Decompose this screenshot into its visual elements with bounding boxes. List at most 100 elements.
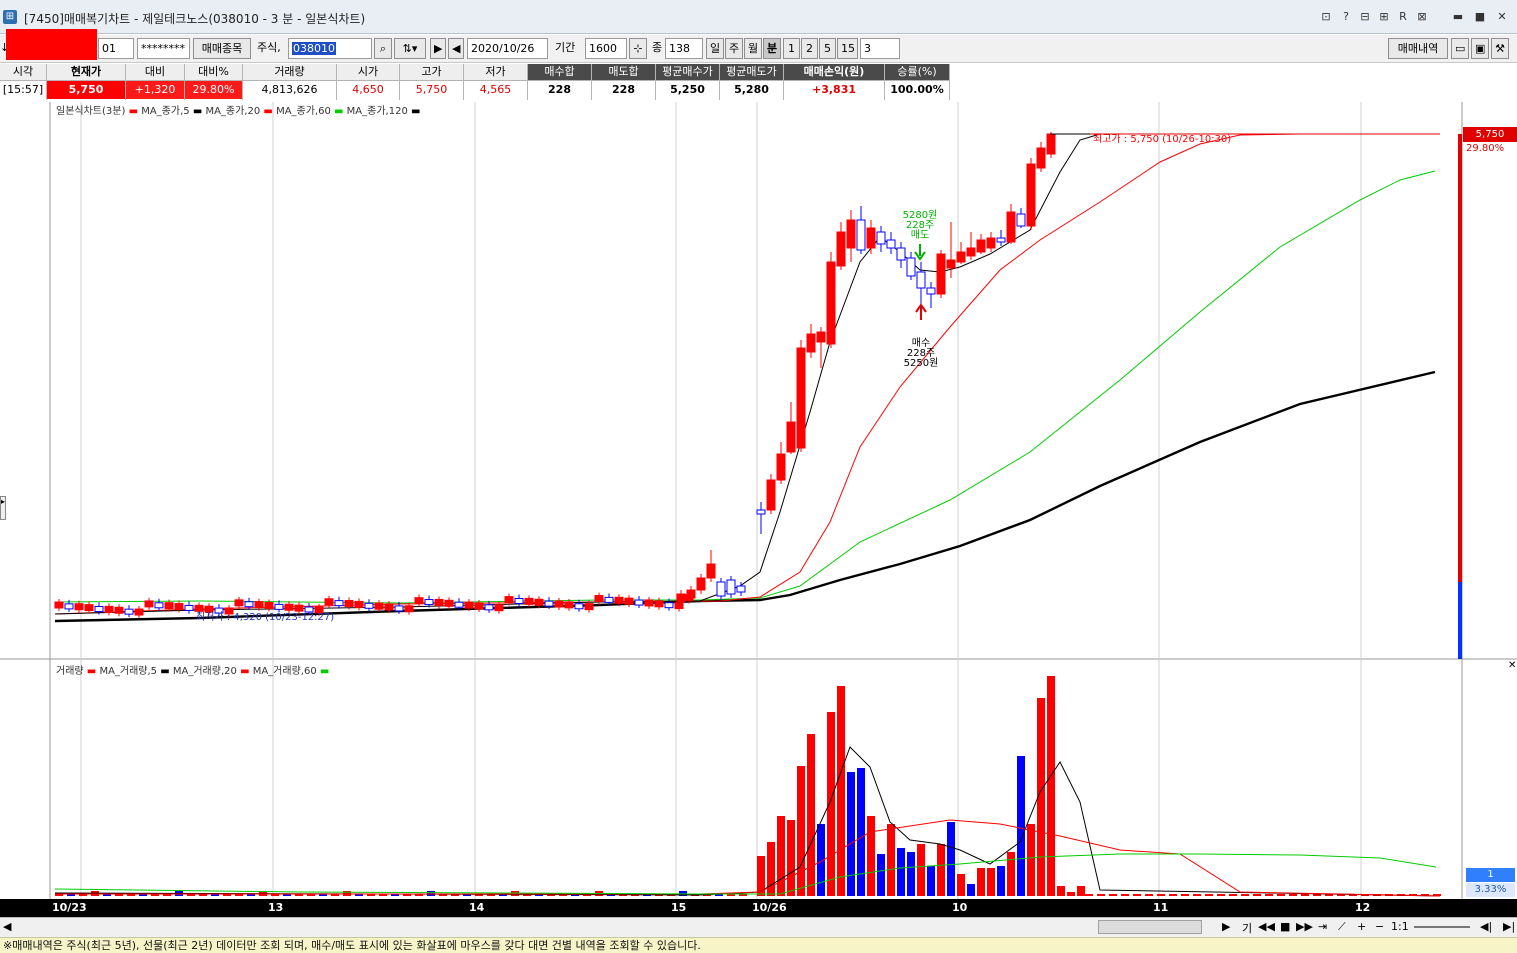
refresh-icon[interactable]: R	[1395, 8, 1411, 26]
settings-icon[interactable]: ⚒	[1491, 38, 1509, 59]
password-field[interactable]: ********	[137, 38, 190, 59]
minute-5-button[interactable]: 5	[819, 38, 836, 59]
stop-icon[interactable]: ■	[1280, 920, 1290, 933]
toolbar: ↓ 01 ******** 매매종목 주식, 038010 ⌕ ⇅▾ ▶ ◀ 2…	[0, 35, 1517, 63]
avg-sell-header: 평균매도가	[720, 64, 783, 81]
candle-body-130	[986, 237, 996, 249]
help-icon[interactable]: ?	[1338, 8, 1354, 26]
sell-annotation-2: 매도	[911, 229, 929, 241]
high-column: 고가 5,750	[400, 64, 464, 100]
max-price-label: 최고가 : 5,750 (10/26-10:30)	[1093, 133, 1231, 145]
trade-items-button[interactable]: 매매종목	[193, 38, 251, 59]
open-header: 시가	[337, 64, 399, 81]
save-icon[interactable]: ▣	[1471, 38, 1489, 59]
count-input[interactable]: 138	[665, 38, 703, 59]
min-price-label: 최저가 : 4,320 (10/23-12:27)	[196, 611, 334, 623]
current-price-column: 현재가 5,750	[47, 64, 126, 100]
candle-body-38	[434, 598, 444, 606]
volume-bar-10	[857, 768, 865, 896]
prev-arrow-icon[interactable]: ◀	[448, 38, 464, 59]
zoom-out-icon[interactable]: −	[1375, 920, 1384, 933]
scroll-thumb[interactable]	[1098, 920, 1202, 934]
legend-ma60: MA_종가,60	[276, 106, 331, 117]
stock-code-input[interactable]: 038010	[288, 38, 372, 59]
resize-icon[interactable]: ⊠	[1414, 8, 1430, 26]
avg-sell-column: 평균매도가 5,280	[720, 64, 784, 100]
minute-15-button[interactable]: 15	[837, 38, 858, 59]
price-range-bar-up	[1458, 134, 1462, 582]
zoom-in-icon[interactable]: +	[1357, 920, 1366, 933]
link-icon[interactable]: ⊟	[1357, 8, 1373, 26]
trade-history-button[interactable]: 매매내역	[1388, 38, 1448, 59]
volume-tail-2	[1109, 894, 1117, 896]
folder-icon[interactable]: ▭	[1451, 38, 1469, 59]
zoom-slider[interactable]	[1414, 926, 1470, 928]
candle-body-32	[374, 602, 384, 610]
side-handle-icon[interactable]: ▸	[0, 496, 6, 520]
account-suffix-select[interactable]: 01	[98, 38, 134, 59]
next-arrow-icon[interactable]: ▶	[430, 38, 446, 59]
volume-tail-15	[1265, 894, 1273, 896]
candle-body-41	[464, 601, 474, 609]
draw-icon[interactable]: ⟋	[1338, 920, 1346, 934]
sell-total-value: 228	[612, 83, 635, 96]
candle-body-51	[564, 601, 574, 609]
minimize-button[interactable]: ▬	[1450, 8, 1466, 26]
close-pane-icon[interactable]: ✕	[1508, 660, 1516, 671]
minute-1-button[interactable]: 1	[783, 38, 800, 59]
candle-body-11	[164, 602, 174, 610]
zoom-reset-icon[interactable]: ⇥	[1318, 920, 1327, 933]
fast-forward-icon[interactable]: ▶▶	[1296, 920, 1313, 933]
current-price-value: 5,750	[47, 81, 125, 99]
unit-minute-button[interactable]: 분	[763, 38, 781, 59]
candle-body-30	[354, 600, 364, 608]
chart-canvas[interactable]: 최고가 : 5,750 (10/26-10:30) 최저가 : 4,320 (10…	[0, 102, 1517, 899]
grid-icon[interactable]: ⊹	[629, 38, 647, 59]
close-button[interactable]: ✕	[1494, 8, 1510, 26]
candle-body-118	[866, 227, 876, 249]
volume-bar-2	[777, 816, 785, 896]
candle-body-103	[706, 563, 716, 579]
control-label-gi[interactable]: 기	[1242, 920, 1252, 936]
volume-bar-25	[1007, 852, 1015, 896]
candle-body-105	[726, 579, 736, 595]
unit-week-button[interactable]: 주	[725, 38, 743, 59]
volume-bar-8	[837, 686, 845, 896]
x-label-4: 10/26	[752, 901, 787, 914]
candle-body-14	[194, 604, 204, 612]
volume-tail-18	[1301, 894, 1309, 896]
minute-2-button[interactable]: 2	[801, 38, 818, 59]
period-input[interactable]: 1600	[585, 38, 627, 59]
volume-bar-3	[787, 820, 795, 896]
volume-bar-22	[977, 868, 985, 896]
pin-icon[interactable]: ⊡	[1318, 8, 1334, 26]
pnl-header: 매매손익(원)	[784, 64, 884, 81]
candle-body-24	[294, 604, 304, 612]
candle-body-20	[254, 601, 264, 609]
candle-body-33	[384, 603, 394, 611]
chart-scrollbar[interactable]: ◀ ▶ 기 ◀◀ ■ ▶▶ ⇥ ⟋ + − 1:1 ◀| ▶|	[0, 917, 1517, 937]
scroll-right-icon[interactable]: ▶	[1222, 920, 1230, 933]
scroll-left-icon[interactable]: ◀	[3, 920, 11, 933]
maximize-button[interactable]: ■	[1472, 8, 1488, 26]
avg-sell-value: 5,280	[734, 83, 769, 96]
candle-body-61	[664, 602, 674, 609]
unit-day-button[interactable]: 일	[706, 38, 724, 59]
minute-select[interactable]: 3	[860, 38, 900, 59]
unit-month-button[interactable]: 월	[744, 38, 762, 59]
volume-value: 4,813,626	[261, 83, 318, 96]
candle-body-111	[796, 347, 806, 449]
sort-icon[interactable]: ⇅▾	[394, 38, 426, 59]
date-picker[interactable]: 2020/10/26	[467, 38, 548, 59]
search-icon[interactable]: ⌕	[374, 38, 392, 59]
goto-end-icon[interactable]: ▶|	[1503, 920, 1515, 933]
x-label-0: 10/23	[52, 901, 87, 914]
volume-header: 거래량	[243, 64, 336, 81]
rewind-icon[interactable]: ◀◀	[1258, 920, 1275, 933]
print-icon[interactable]: ⊞	[1376, 8, 1392, 26]
goto-start-icon[interactable]: ◀|	[1480, 920, 1492, 933]
scale-label: 1:1	[1391, 920, 1409, 933]
candle-body-40	[454, 601, 464, 608]
candle-body-109	[776, 453, 786, 481]
win-rate-header: 승률(%)	[885, 64, 949, 81]
